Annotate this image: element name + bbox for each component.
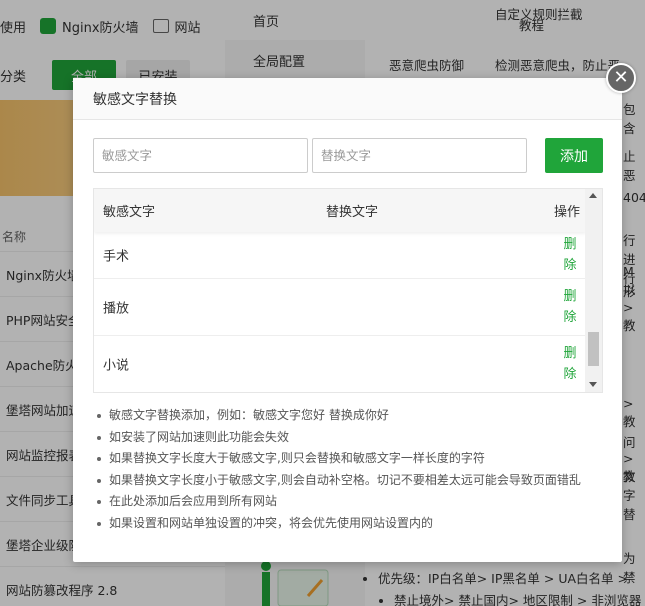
delete-link[interactable]: 删除: [563, 286, 577, 328]
sensitive-word-input[interactable]: [93, 138, 308, 173]
sensitive-word-cell: 小说: [103, 358, 130, 374]
column-sensitive-word: 敏感文字: [103, 205, 156, 220]
scrollbar-thumb[interactable]: [588, 332, 599, 366]
add-button[interactable]: 添加: [545, 138, 603, 173]
table-body: 手术 删除 播放 删除 小说 删除: [94, 232, 586, 392]
sensitive-word-cell: 手术: [103, 249, 130, 265]
column-replace-word: 替换文字: [326, 205, 379, 220]
help-note: 如安装了网站加速则此功能会失效: [97, 427, 609, 449]
help-note: 如果替换文字长度大于敏感文字,则只会替换和敏感文字一样长度的字符: [97, 448, 609, 470]
table-row: 手术 删除: [94, 232, 586, 279]
close-dialog-button[interactable]: ✕: [606, 63, 636, 93]
help-note: 如果替换文字长度小于敏感文字,则会自动补空格。切记不要相差太远可能会导致页面错乱: [97, 470, 609, 492]
scroll-up-icon[interactable]: [589, 193, 597, 198]
help-note: 在此处添加后会应用到所有网站: [97, 491, 609, 513]
delete-link[interactable]: 删除: [563, 343, 577, 385]
table-scrollbar[interactable]: [585, 189, 602, 392]
sensitive-word-dialog: 敏感文字替换 添加 敏感文字 替换文字 操作 手术 删除 播放 删除 小说 删除: [73, 78, 622, 562]
table-row: 播放 删除: [94, 279, 586, 336]
help-note: 敏感文字替换添加，例如：敏感文字您好 替换成你好: [97, 405, 609, 427]
table-header: 敏感文字 替换文字 操作: [94, 189, 586, 232]
dialog-title: 敏感文字替换: [73, 78, 622, 120]
delete-link[interactable]: 删除: [563, 234, 577, 276]
help-note: 如果设置和网站单独设置的冲突，将会优先使用网站设置内的: [97, 513, 609, 535]
help-notes: 敏感文字替换添加，例如：敏感文字您好 替换成你好 如安装了网站加速则此功能会失效…: [97, 405, 609, 535]
word-table: 敏感文字 替换文字 操作 手术 删除 播放 删除 小说 删除: [93, 188, 603, 393]
add-word-form: 添加: [93, 138, 603, 174]
table-row: 小说 删除: [94, 336, 586, 392]
scroll-down-icon[interactable]: [589, 382, 597, 387]
close-icon: ✕: [613, 67, 629, 88]
sensitive-word-cell: 播放: [103, 301, 130, 317]
replace-word-input[interactable]: [312, 138, 527, 173]
column-action: 操作: [553, 205, 580, 220]
